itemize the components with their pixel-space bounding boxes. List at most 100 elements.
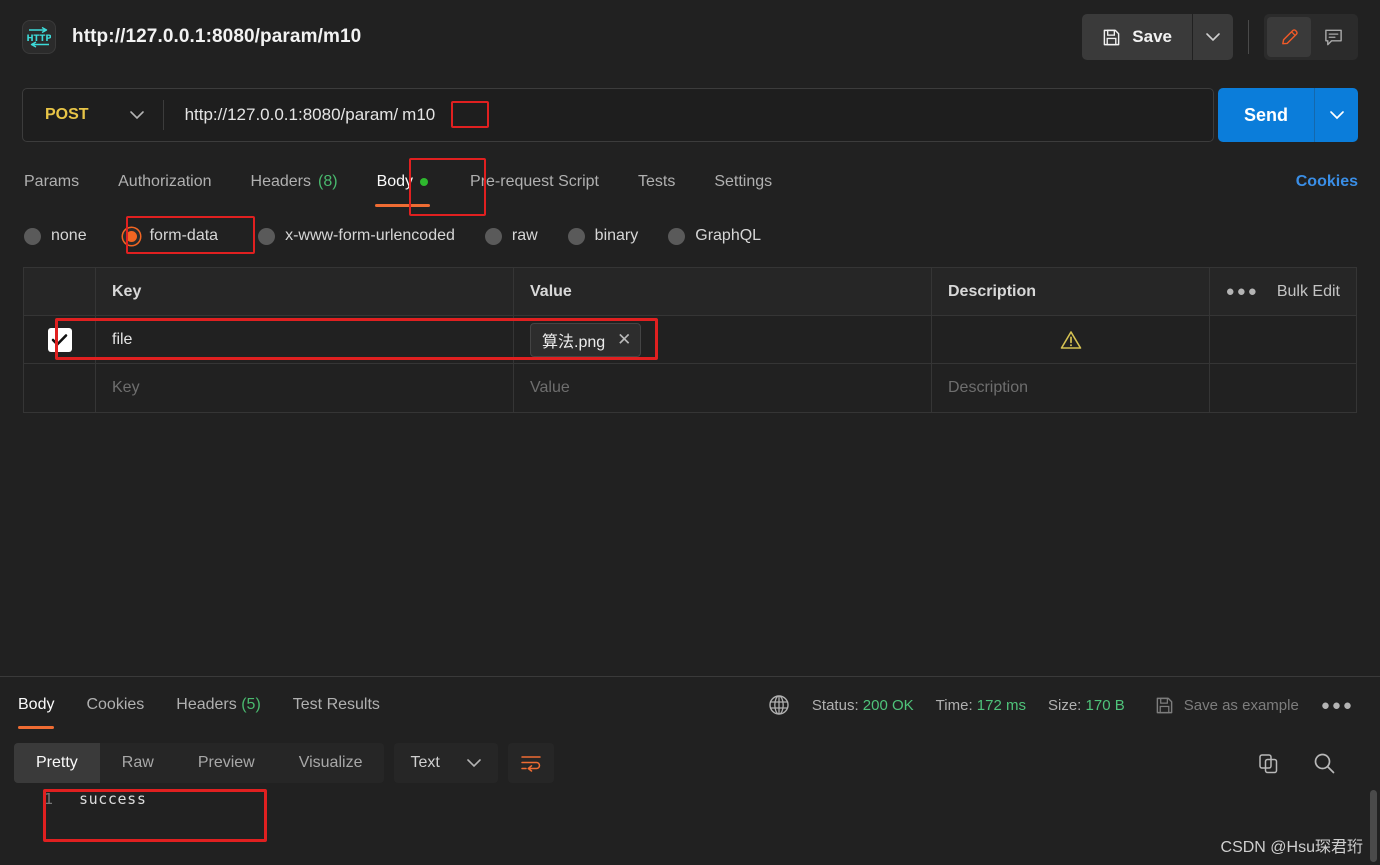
placeholder-description-input[interactable]: Description bbox=[932, 364, 1210, 412]
response-more-ellipsis-icon[interactable]: ●●● bbox=[1321, 697, 1354, 714]
svg-text:HTTP: HTTP bbox=[27, 34, 51, 44]
copy-icon[interactable] bbox=[1257, 752, 1280, 775]
response-tab-test-results-label: Test Results bbox=[292, 696, 380, 713]
time-value: 172 ms bbox=[976, 696, 1026, 714]
tab-headers[interactable]: Headers (8) bbox=[249, 167, 340, 197]
view-mode-raw[interactable]: Raw bbox=[100, 743, 176, 783]
send-options-caret[interactable] bbox=[1314, 88, 1358, 142]
radio-dot bbox=[258, 227, 276, 245]
tab-authorization-label: Authorization bbox=[118, 173, 212, 190]
row-value-cell[interactable]: 算法.png ✕ bbox=[514, 316, 932, 363]
code-line-number: 1 bbox=[44, 790, 54, 808]
ellipsis-icon[interactable]: ●●● bbox=[1226, 283, 1259, 300]
row-checkbox-cell bbox=[24, 316, 96, 363]
view-mode-visualize[interactable]: Visualize bbox=[277, 743, 385, 783]
radio-graphql[interactable]: GraphQL bbox=[666, 223, 763, 249]
response-meta: Status: 200 OK Time: 172 ms Size: 170 B bbox=[768, 694, 1366, 716]
response-format-selector[interactable]: Text bbox=[394, 743, 498, 783]
row-checkbox[interactable] bbox=[47, 327, 72, 352]
close-icon[interactable]: ✕ bbox=[617, 331, 631, 348]
response-tab-headers[interactable]: Headers (5) bbox=[172, 690, 265, 720]
response-tab-cookies-label: Cookies bbox=[86, 696, 145, 713]
save-options-caret[interactable] bbox=[1193, 14, 1233, 60]
radio-graphql-label: GraphQL bbox=[695, 227, 762, 244]
radio-dot bbox=[567, 227, 585, 245]
response-format-label: Text bbox=[410, 754, 440, 771]
header-cell-key: Key bbox=[96, 268, 514, 315]
tab-body-label: Body bbox=[376, 173, 414, 190]
view-mode-preview[interactable]: Preview bbox=[176, 743, 277, 783]
status-badge: 200 OK bbox=[862, 696, 914, 714]
table-placeholder-row: Key Value Description bbox=[24, 364, 1356, 412]
response-view-mode-group: Pretty Raw Preview Visualize bbox=[14, 743, 385, 783]
radio-none-label: none bbox=[51, 227, 87, 244]
status-label-text: Status: bbox=[811, 696, 859, 714]
save-as-example-button[interactable]: Save as example bbox=[1155, 696, 1299, 715]
response-divider bbox=[0, 676, 1380, 677]
response-tab-test-results[interactable]: Test Results bbox=[289, 690, 384, 720]
chevron-down-icon bbox=[1329, 110, 1345, 120]
bulk-edit-button[interactable]: Bulk Edit bbox=[1277, 283, 1340, 301]
table-header-row: Key Value Description ●●● Bulk Edit bbox=[24, 268, 1356, 316]
response-tabs: Body Cookies Headers (5) Test Results St… bbox=[0, 684, 1380, 729]
pencil-icon bbox=[1279, 27, 1300, 48]
tab-headers-count: (8) bbox=[318, 173, 338, 190]
radio-form-data[interactable]: form-data bbox=[121, 223, 220, 249]
tab-settings[interactable]: Settings bbox=[712, 167, 774, 197]
radio-dot bbox=[668, 227, 686, 245]
radio-binary[interactable]: binary bbox=[566, 223, 641, 249]
radio-raw-label: raw bbox=[511, 227, 538, 244]
http-method-label: POST bbox=[45, 106, 89, 123]
watermark: CSDN @Hsu琛君珩 bbox=[1220, 839, 1363, 856]
tab-body[interactable]: Body bbox=[374, 167, 431, 207]
word-wrap-icon[interactable] bbox=[507, 743, 554, 783]
placeholder-value-input[interactable]: Value bbox=[514, 364, 932, 412]
status-label: Status: 200 OK bbox=[812, 697, 914, 714]
tab-pre-request-script[interactable]: Pre-request Script bbox=[468, 167, 601, 197]
radio-x-www-form-urlencoded[interactable]: x-www-form-urlencoded bbox=[256, 223, 457, 249]
radio-dot bbox=[484, 227, 502, 245]
placeholder-checkbox-cell bbox=[24, 364, 96, 412]
response-tab-body[interactable]: Body bbox=[14, 690, 58, 729]
header-actions: Save bbox=[1082, 14, 1358, 60]
http-method-selector[interactable]: POST bbox=[23, 89, 163, 141]
tab-tests[interactable]: Tests bbox=[636, 167, 677, 197]
send-button[interactable]: Send bbox=[1218, 88, 1314, 142]
file-name: 算法.png bbox=[542, 333, 606, 351]
tab-headers-label: Headers bbox=[250, 173, 311, 190]
save-button[interactable]: Save bbox=[1082, 14, 1192, 60]
header-cell-value: Value bbox=[514, 268, 932, 315]
url-path-param: m10 bbox=[402, 105, 436, 124]
radio-none[interactable]: none bbox=[22, 223, 89, 249]
search-icon[interactable] bbox=[1312, 751, 1336, 775]
floppy-disk-icon bbox=[1102, 28, 1121, 47]
response-tab-body-label: Body bbox=[18, 696, 55, 713]
postman-window: HTTP http://127.0.0.1:8080/param/m10 Sav… bbox=[0, 0, 1380, 865]
save-as-example-label: Save as example bbox=[1183, 696, 1299, 714]
chevron-down-icon bbox=[466, 758, 482, 768]
globe-icon bbox=[768, 694, 790, 716]
header-cell-actions: ●●● Bulk Edit bbox=[1210, 268, 1356, 315]
request-title: http://127.0.0.1:8080/param/m10 bbox=[72, 26, 362, 47]
row-description-cell[interactable] bbox=[932, 316, 1210, 363]
radio-binary-label: binary bbox=[594, 227, 639, 244]
comment-button[interactable] bbox=[1311, 17, 1355, 57]
response-tab-headers-count: (5) bbox=[241, 696, 261, 713]
url-input[interactable]: http://127.0.0.1:8080/param/m10 bbox=[164, 103, 440, 127]
http-icon: HTTP bbox=[22, 20, 56, 54]
view-mode-pretty[interactable]: Pretty bbox=[14, 743, 100, 783]
radio-raw[interactable]: raw bbox=[483, 223, 540, 249]
response-tab-cookies[interactable]: Cookies bbox=[82, 690, 148, 720]
tab-settings-label: Settings bbox=[714, 173, 773, 190]
body-modified-dot bbox=[420, 178, 429, 186]
row-key-cell[interactable]: file bbox=[96, 316, 514, 363]
edit-request-button[interactable] bbox=[1267, 17, 1311, 57]
chevron-down-icon bbox=[129, 110, 145, 120]
row-actions-cell bbox=[1210, 316, 1356, 363]
cookies-link[interactable]: Cookies bbox=[1296, 173, 1358, 191]
body-type-radio-group: none form-data x-www-form-urlencoded raw… bbox=[22, 218, 1362, 254]
tab-authorization[interactable]: Authorization bbox=[116, 167, 213, 197]
tab-params[interactable]: Params bbox=[22, 167, 81, 197]
placeholder-key-input[interactable]: Key bbox=[96, 364, 514, 412]
response-scrollbar[interactable] bbox=[1370, 790, 1377, 862]
